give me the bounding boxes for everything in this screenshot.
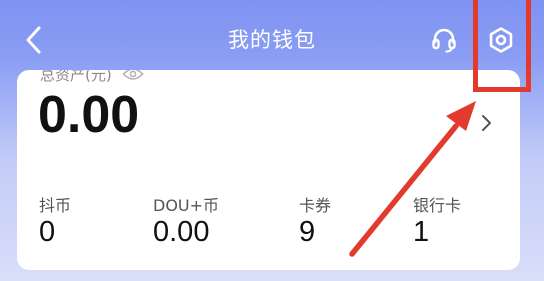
stat-value: 0 <box>39 216 56 248</box>
asset-label: 总资产(元) <box>40 70 112 84</box>
nav-bar: 我的钱包 <box>0 0 544 78</box>
chevron-right-icon <box>482 115 491 131</box>
stat-dou-coin[interactable]: 抖币 0 <box>39 178 129 270</box>
stat-bank-cards[interactable]: 银行卡 1 <box>413 178 503 270</box>
stat-dou-plus-coin[interactable]: DOU+币 0.00 <box>153 178 263 270</box>
stat-coupons[interactable]: 卡券 9 <box>299 178 389 270</box>
stat-label: 卡券 <box>299 196 332 215</box>
stat-label: DOU+币 <box>153 196 220 215</box>
asset-summary[interactable]: 总资产(元) 0.00 <box>17 70 520 170</box>
stat-value: 9 <box>299 216 316 248</box>
headset-icon <box>432 28 456 53</box>
wallet-stats: 抖币 0 DOU+币 0.00 卡券 9 银行卡 1 <box>17 178 520 270</box>
customer-service-button[interactable] <box>424 20 464 60</box>
stat-label: 银行卡 <box>413 196 462 215</box>
eye-icon[interactable] <box>122 70 144 81</box>
asset-total: 0.00 <box>38 86 140 144</box>
wallet-card: 总资产(元) 0.00 抖币 0 DOU+币 0.00 卡券 9 银行卡 1 <box>17 70 520 270</box>
highlight-box <box>473 0 531 92</box>
asset-label-row: 总资产(元) <box>40 70 144 84</box>
stat-value: 1 <box>413 216 430 248</box>
stat-value: 0.00 <box>153 216 210 248</box>
stat-label: 抖币 <box>39 196 72 215</box>
